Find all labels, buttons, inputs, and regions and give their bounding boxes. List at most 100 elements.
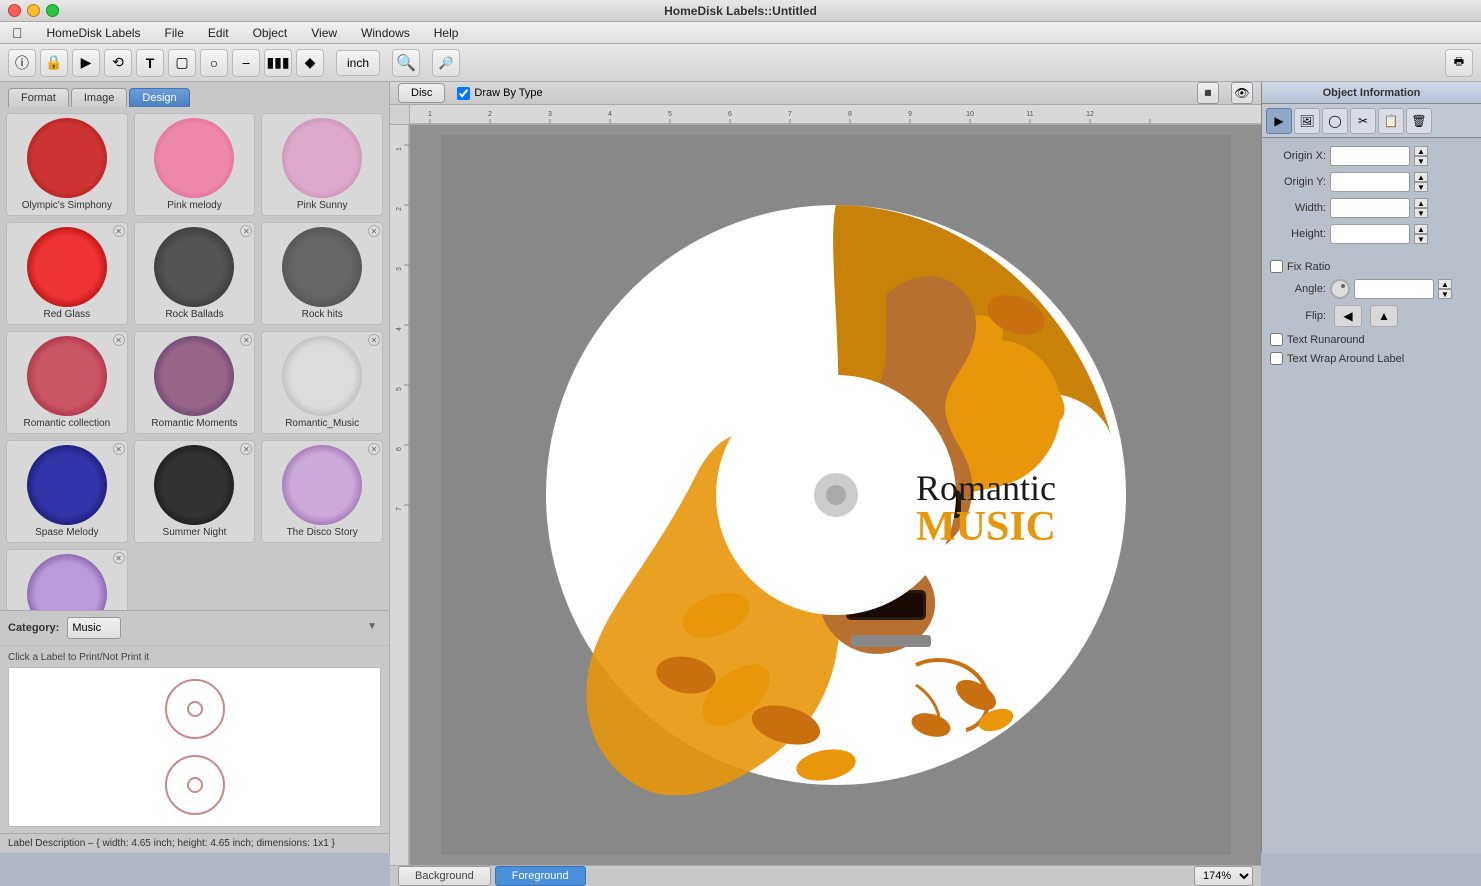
obj-tool-paste[interactable]: 📋 [1378, 108, 1404, 134]
design-rock-hits[interactable]: ✕ Rock hits [261, 222, 383, 325]
zoom-out-button[interactable]: 🔎 [432, 49, 460, 77]
svg-text:8: 8 [848, 111, 852, 118]
info-tool[interactable]: ⓘ [8, 49, 36, 77]
barcode-tool[interactable]: ▮▮▮ [264, 49, 292, 77]
text-wrap-checkbox[interactable] [1270, 352, 1283, 365]
text-tool[interactable]: T [136, 49, 164, 77]
flip-horizontal-button[interactable]: ◀ [1334, 305, 1362, 327]
origin-y-up[interactable]: ▲ [1414, 172, 1428, 182]
maximize-button[interactable] [46, 4, 59, 17]
menu-file[interactable]: File [161, 24, 188, 42]
menu-object[interactable]: Object [249, 24, 292, 42]
print-preview [8, 667, 381, 827]
origin-y-label: Origin Y: [1270, 176, 1326, 188]
obj-toolbar: ▶ 🖼 ◯ ✂ 📋 🗑 [1262, 104, 1481, 138]
obj-tool-delete[interactable]: 🗑 [1406, 108, 1432, 134]
flip-vertical-button[interactable]: ▲ [1370, 305, 1398, 327]
obj-tool-cut[interactable]: ✂ [1350, 108, 1376, 134]
zoom-in-button[interactable]: 🔍 [392, 49, 420, 77]
foreground-tab[interactable]: Foreground [495, 866, 586, 886]
draw-by-type-checkbox[interactable] [457, 87, 470, 100]
menu-bar:  HomeDisk Labels File Edit Object View … [0, 22, 1481, 44]
select-tool[interactable]: ▶ [72, 49, 100, 77]
design-rock-ballads-label: Rock Ballads [165, 309, 223, 320]
design-romantic-moments[interactable]: ✕ Romantic Moments [134, 331, 256, 434]
design-pink-sunny[interactable]: Pink Sunny [261, 113, 383, 216]
design-summer-close[interactable]: ✕ [240, 443, 252, 455]
visibility-icon[interactable]: 👁 [1231, 82, 1253, 104]
stamp-tool[interactable]: ◆ [296, 49, 324, 77]
rotate-tool[interactable]: ⟲ [104, 49, 132, 77]
angle-label: Angle: [1270, 283, 1326, 295]
angle-input[interactable] [1354, 279, 1434, 299]
design-pink-melody[interactable]: Pink melody [134, 113, 256, 216]
fix-ratio-checkbox[interactable] [1270, 260, 1283, 273]
menu-windows[interactable]: Windows [357, 24, 414, 42]
design-disco-close[interactable]: ✕ [368, 443, 380, 455]
rect-tool[interactable]: ▢ [168, 49, 196, 77]
obj-tool-select[interactable]: ▶ [1266, 108, 1292, 134]
background-tab[interactable]: Background [398, 866, 491, 886]
lock-tool[interactable]: 🔒 [40, 49, 68, 77]
angle-down[interactable]: ▼ [1438, 289, 1452, 299]
svg-text:2: 2 [396, 207, 403, 211]
apple-menu[interactable]:  [8, 23, 27, 43]
category-select[interactable]: Music Movies Games Software [67, 617, 121, 639]
line-tool[interactable]: ⎯ [232, 49, 260, 77]
design-olympic[interactable]: Olympic's Simphony [6, 113, 128, 216]
menu-app[interactable]: HomeDisk Labels [43, 24, 145, 42]
height-down[interactable]: ▼ [1414, 234, 1428, 244]
text-runaround-checkbox[interactable] [1270, 333, 1283, 346]
obj-tool-image[interactable]: 🖼 [1294, 108, 1320, 134]
design-violet-close[interactable]: ✕ [113, 552, 125, 564]
angle-dial[interactable] [1330, 279, 1350, 299]
height-up[interactable]: ▲ [1414, 224, 1428, 234]
svg-text:2: 2 [488, 111, 492, 118]
design-red-glass[interactable]: ✕ Red Glass [6, 222, 128, 325]
origin-x-up[interactable]: ▲ [1414, 146, 1428, 156]
origin-y-input[interactable] [1330, 172, 1410, 192]
design-romantic-close[interactable]: ✕ [113, 334, 125, 346]
angle-up[interactable]: ▲ [1438, 279, 1452, 289]
origin-x-stepper: ▲ ▼ [1414, 146, 1428, 166]
ellipse-tool[interactable]: ○ [200, 49, 228, 77]
design-violet[interactable]: ✕ Violet by Step [6, 549, 128, 610]
design-disco-label: The Disco Story [287, 527, 358, 538]
unit-button[interactable]: inch [336, 50, 380, 76]
canvas-scroll[interactable]: Romantic MUSIC [410, 125, 1261, 865]
origin-x-down[interactable]: ▼ [1414, 156, 1428, 166]
design-spase-label: Spase Melody [35, 527, 98, 538]
menu-view[interactable]: View [307, 24, 341, 42]
design-rock-ballads-close[interactable]: ✕ [240, 225, 252, 237]
menu-help[interactable]: Help [430, 24, 463, 42]
width-input[interactable] [1330, 198, 1410, 218]
tab-design[interactable]: Design [129, 88, 189, 107]
height-input[interactable] [1330, 224, 1410, 244]
width-up[interactable]: ▲ [1414, 198, 1428, 208]
tab-image[interactable]: Image [71, 88, 128, 107]
tab-format[interactable]: Format [8, 88, 69, 107]
design-romantic-moments-close[interactable]: ✕ [240, 334, 252, 346]
close-button[interactable] [8, 4, 21, 17]
design-red-glass-close[interactable]: ✕ [113, 225, 125, 237]
design-spase[interactable]: ✕ Spase Melody [6, 440, 128, 543]
origin-x-input[interactable] [1330, 146, 1410, 166]
design-romantic-music-close[interactable]: ✕ [368, 334, 380, 346]
disc-button[interactable]: Disc [398, 83, 445, 103]
menu-edit[interactable]: Edit [204, 24, 233, 42]
obj-tool-disc[interactable]: ◯ [1322, 108, 1348, 134]
design-romantic-music[interactable]: ✕ Romantic_Music [261, 331, 383, 434]
zoom-select[interactable]: 174% 100% 150% 200% [1194, 866, 1253, 886]
print-button[interactable]: 🖶 [1445, 49, 1473, 77]
design-rock-hits-close[interactable]: ✕ [368, 225, 380, 237]
origin-y-down[interactable]: ▼ [1414, 182, 1428, 192]
design-romantic[interactable]: ✕ Romantic collection [6, 331, 128, 434]
design-disco[interactable]: ✕ The Disco Story [261, 440, 383, 543]
layers-icon[interactable]: ◾ [1197, 82, 1219, 104]
design-spase-close[interactable]: ✕ [113, 443, 125, 455]
design-summer[interactable]: ✕ Summer Night [134, 440, 256, 543]
ruler-corner [390, 105, 410, 125]
minimize-button[interactable] [27, 4, 40, 17]
design-rock-ballads[interactable]: ✕ Rock Ballads [134, 222, 256, 325]
width-down[interactable]: ▼ [1414, 208, 1428, 218]
